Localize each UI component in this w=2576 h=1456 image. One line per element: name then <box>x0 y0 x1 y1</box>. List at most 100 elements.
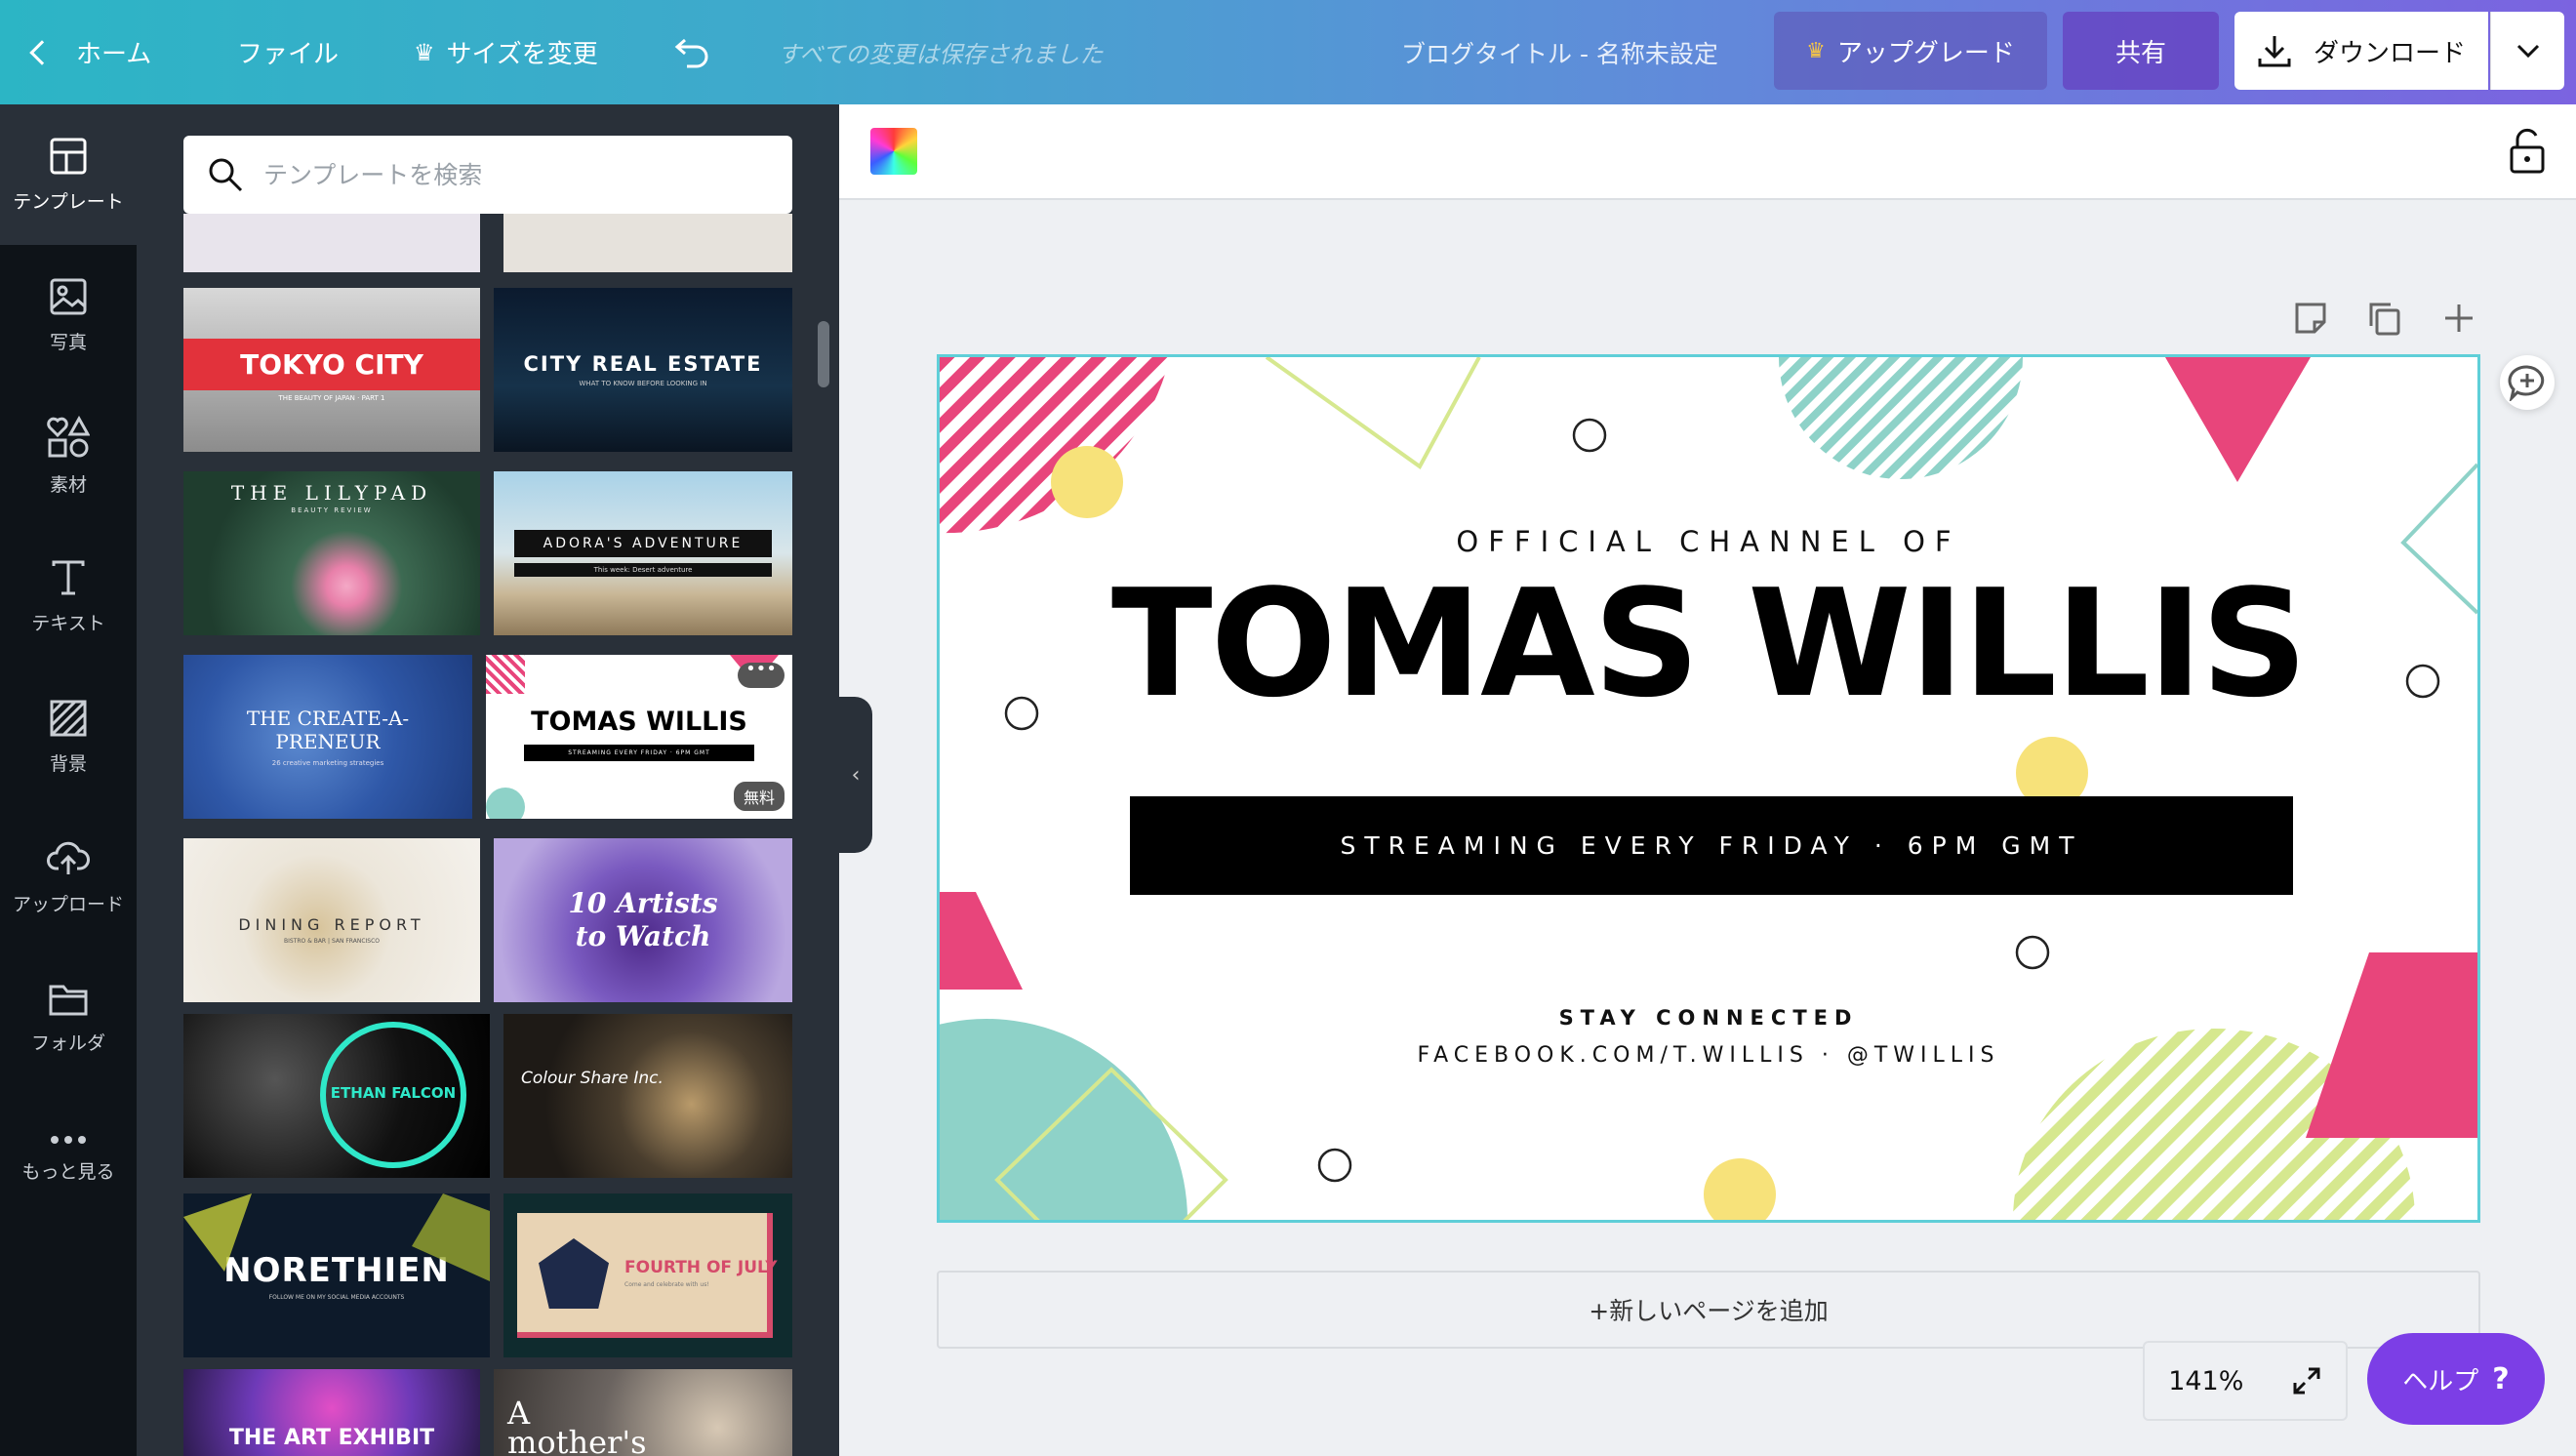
resize-label: サイズを変更 <box>446 40 598 69</box>
sidebar-label: 背景 <box>49 752 87 775</box>
template-subtitle: STREAMING EVERY FRIDAY · 6PM GMT <box>524 745 754 761</box>
template-subtitle: BISTRO & BAR | SAN FRANCISCO <box>283 938 381 945</box>
template-thumbnail[interactable]: TOKYO CITY THE BEAUTY OF JAPAN · PART 1 <box>183 288 480 452</box>
sidebar-item-uploads[interactable]: アップロード <box>0 807 137 948</box>
template-title: THE ART EXHIBIT <box>228 1426 435 1450</box>
text-icon <box>52 560 85 594</box>
panel-scrollbar[interactable] <box>818 321 829 387</box>
page-note-icon[interactable] <box>2293 301 2328 336</box>
sidebar-item-more[interactable]: もっと見る <box>0 1088 137 1229</box>
design-canvas[interactable]: OFFICIAL CHANNEL OF TOMAS WILLIS STREAMI… <box>937 354 2480 1223</box>
template-thumbnail[interactable]: A mother's arms <box>494 1369 792 1456</box>
channel-name-heading[interactable]: TOMAS WILLIS <box>940 557 2477 730</box>
sidebar-item-photos[interactable]: 写真 <box>0 245 137 385</box>
template-thumbnail[interactable] <box>183 214 480 272</box>
unlock-icon <box>2510 128 2545 174</box>
template-thumbnail[interactable]: THE ART EXHIBIT <box>183 1369 480 1456</box>
template-title: ADORA'S ADVENTURE <box>543 536 744 551</box>
duplicate-page-icon[interactable] <box>2367 301 2402 336</box>
share-button[interactable]: 共有 <box>2063 12 2219 90</box>
sidebar-item-background[interactable]: 背景 <box>0 667 137 807</box>
template-thumbnail[interactable]: DINING REPORT BISTRO & BAR | SAN FRANCIS… <box>183 838 480 1002</box>
color-picker-button[interactable] <box>870 128 917 175</box>
template-thumbnail[interactable]: 10 Artists to Watch <box>494 838 792 1002</box>
sidebar-label: フォルダ <box>30 1031 105 1054</box>
help-button[interactable]: ヘルプ ? <box>2367 1333 2545 1425</box>
home-button[interactable]: ホーム <box>29 0 152 104</box>
template-search-input[interactable] <box>263 160 751 189</box>
template-title: THE LILYPAD <box>230 481 433 505</box>
template-thumbnail[interactable]: NORETHIEN FOLLOW ME ON MY SOCIAL MEDIA A… <box>183 1193 490 1357</box>
template-subtitle: BEAUTY REVIEW <box>291 506 373 514</box>
chevron-left-icon <box>29 39 55 65</box>
elements-icon <box>47 415 90 457</box>
template-title: Colour Share Inc. <box>521 1069 664 1088</box>
template-thumbnail[interactable]: ETHAN FALCON <box>183 1014 490 1178</box>
home-label: ホーム <box>76 40 152 69</box>
undo-icon <box>674 38 708 67</box>
template-search-box[interactable] <box>183 136 792 214</box>
template-title: FOURTH OF JULY <box>624 1258 778 1277</box>
template-thumbnail[interactable]: THE CREATE-A-PRENEUR 26 creative marketi… <box>183 655 472 819</box>
comment-plus-icon <box>2508 365 2545 401</box>
template-thumbnail[interactable]: THE LILYPAD BEAUTY REVIEW <box>183 471 480 635</box>
save-status: すべての変更は保存されました <box>778 41 1104 68</box>
zoom-control[interactable]: 141% <box>2143 1341 2348 1421</box>
sidebar-label: テンプレート <box>13 190 124 213</box>
sidebar-item-text[interactable]: テキスト <box>0 526 137 667</box>
more-options-icon[interactable]: ••• <box>738 661 785 688</box>
channel-subtitle[interactable]: OFFICIAL CHANNEL OF <box>940 525 2477 558</box>
sidebar-item-elements[interactable]: 素材 <box>0 385 137 526</box>
template-thumbnail[interactable]: CITY REAL ESTATE WHAT TO KNOW BEFORE LOO… <box>494 288 792 452</box>
add-page-icon[interactable] <box>2441 301 2476 336</box>
sidebar-label: もっと見る <box>21 1160 115 1183</box>
undo-button[interactable] <box>673 0 712 104</box>
left-sidebar: テンプレート 写真 素材 テキスト 背景 アップロード フォルダ もっと見る <box>0 104 137 1456</box>
upgrade-label: アップグレード <box>1836 38 2015 68</box>
lock-button[interactable] <box>2508 128 2547 179</box>
template-title: THE CREATE-A-PRENEUR <box>246 707 410 753</box>
free-badge: 無料 <box>733 782 785 811</box>
template-subtitle: FOLLOW ME ON MY SOCIAL MEDIA ACCOUNTS <box>268 1293 405 1301</box>
question-icon: ? <box>2492 1361 2510 1396</box>
search-icon <box>209 158 243 192</box>
sidebar-label: 素材 <box>49 473 87 496</box>
template-title: CITY REAL ESTATE <box>523 352 763 376</box>
resize-button[interactable]: ♛ サイズを変更 <box>414 0 598 104</box>
add-page-button[interactable]: +新しいページを追加 <box>937 1271 2480 1349</box>
download-button[interactable]: ダウンロード <box>2234 12 2488 90</box>
sidebar-item-folders[interactable]: フォルダ <box>0 948 137 1088</box>
document-title[interactable]: ブログタイトル - 名称未設定 <box>1401 0 1718 104</box>
streaming-banner[interactable]: STREAMING EVERY FRIDAY · 6PM GMT <box>1130 796 2293 895</box>
folder-icon <box>49 985 88 1015</box>
template-thumbnail[interactable]: Colour Share Inc. <box>503 1014 792 1178</box>
template-thumbnail[interactable]: ADORA'S ADVENTURE This week: Desert adve… <box>494 471 792 635</box>
background-icon <box>50 700 87 736</box>
stay-connected-text[interactable]: STAY CONNECTED <box>940 1006 2477 1030</box>
template-thumbnail[interactable]: FOURTH OF JULY Come and celebrate with u… <box>503 1193 792 1357</box>
zoom-level[interactable]: 141% <box>2168 1366 2243 1396</box>
upgrade-button[interactable]: ♛ アップグレード <box>1774 12 2047 90</box>
teal-circle-shape <box>486 788 525 819</box>
add-comment-button[interactable] <box>2500 355 2555 410</box>
template-title: A mother's arms <box>507 1395 647 1456</box>
template-title: TOMAS WILLIS <box>531 707 747 737</box>
template-thumbnail[interactable] <box>503 214 792 272</box>
social-links-text[interactable]: FACEBOOK.COM/T.WILLIS · @TWILLIS <box>940 1043 2477 1068</box>
editor-toolbar <box>839 104 2576 200</box>
template-title: NORETHIEN <box>223 1250 450 1290</box>
canvas-decorations <box>940 357 2477 1220</box>
fullscreen-icon[interactable] <box>2291 1365 2322 1396</box>
template-subtitle: Come and celebrate with us! <box>624 1281 709 1288</box>
chevron-left-icon: ‹ <box>851 762 861 788</box>
template-title: TOKYO CITY <box>240 347 423 381</box>
crown-icon: ♛ <box>414 38 435 66</box>
template-thumbnail-selected[interactable]: TOMAS WILLIS STREAMING EVERY FRIDAY · 6P… <box>486 655 792 819</box>
file-menu[interactable]: ファイル <box>237 0 339 104</box>
template-subtitle: This week: Desert adventure <box>514 563 772 577</box>
sidebar-item-templates[interactable]: テンプレート <box>0 104 137 245</box>
top-bar: ホーム ファイル ♛ サイズを変更 すべての変更は保存されました ブログタイトル… <box>0 0 2576 104</box>
collapse-panel-button[interactable]: ‹ <box>839 697 872 853</box>
download-options-button[interactable] <box>2490 12 2564 90</box>
template-title: 10 Artists to Watch <box>568 887 718 952</box>
